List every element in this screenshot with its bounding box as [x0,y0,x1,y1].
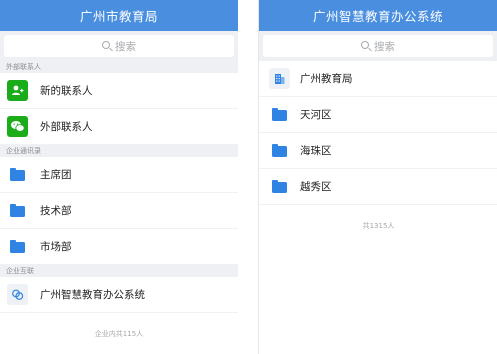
search-bar-container: 搜索 [259,31,497,61]
folder-icon [7,164,28,185]
search-placeholder: 搜索 [374,40,395,53]
page-title: 广州市教育局 [79,9,158,24]
nav-bar: 广州市教育局 [0,0,238,31]
search-bar-container: 搜索 [0,31,238,61]
list-item-label: 广州智慧教育办公系统 [40,289,145,301]
list-item-haizhu[interactable]: 海珠区 [259,133,497,169]
list-item-marketing-dept[interactable]: 市场部 [0,229,238,265]
list-item-external-contacts[interactable]: 外部联系人 [0,109,238,145]
org-screen: 广州智慧教育办公系统 搜索 广州教育局 天河区 海珠区 越秀区 共1315人 [258,0,497,354]
list-item-label: 市场部 [40,241,72,253]
list-item-label: 广州教育局 [300,73,353,85]
section-header-external: 外部联系人 [0,61,238,73]
list-item-yuexiu[interactable]: 越秀区 [259,169,497,205]
list-item-label: 技术部 [40,205,72,217]
add-contact-icon [7,80,28,101]
list-item-label: 天河区 [300,109,332,121]
list-item-label: 主席团 [40,169,72,181]
folder-icon [269,140,290,161]
member-count: 共1315人 [362,222,395,230]
wechat-icon [7,116,28,137]
list-item-label: 新的联系人 [40,85,93,97]
section-header-directory: 企业通讯录 [0,145,238,157]
list-item-label: 外部联系人 [40,121,93,133]
app-stage: 广州市教育局 搜索 外部联系人 新的联系人 外部联系人 企业通讯录 主席团 技术… [0,0,497,354]
search-icon [361,41,369,49]
list-item-label: 越秀区 [300,181,332,193]
search-input[interactable]: 搜索 [263,35,493,57]
list-item-linked-org[interactable]: 广州智慧教育办公系统 [0,277,238,313]
page-title: 广州智慧教育办公系统 [312,9,443,24]
list-item-tech-dept[interactable]: 技术部 [0,193,238,229]
screen-gap [238,0,258,354]
folder-icon [7,236,28,257]
contacts-screen: 广州市教育局 搜索 外部联系人 新的联系人 外部联系人 企业通讯录 主席团 技术… [0,0,238,354]
folder-icon [269,176,290,197]
list-item-new-contacts[interactable]: 新的联系人 [0,73,238,109]
member-count: 企业内共115人 [94,330,144,338]
list-item-presidium[interactable]: 主席团 [0,157,238,193]
list-item-tianhe[interactable]: 天河区 [259,97,497,133]
nav-bar: 广州智慧教育办公系统 [259,0,497,31]
list-item-education-bureau[interactable]: 广州教育局 [259,61,497,97]
list-item-label: 海珠区 [300,145,332,157]
section-header-interconnect: 企业互联 [0,265,238,277]
linked-org-icon [7,284,28,305]
search-icon [102,41,110,49]
folder-icon [7,200,28,221]
search-input[interactable]: 搜索 [4,35,234,57]
folder-icon [269,104,290,125]
search-placeholder: 搜索 [115,40,136,53]
building-icon [269,68,290,89]
